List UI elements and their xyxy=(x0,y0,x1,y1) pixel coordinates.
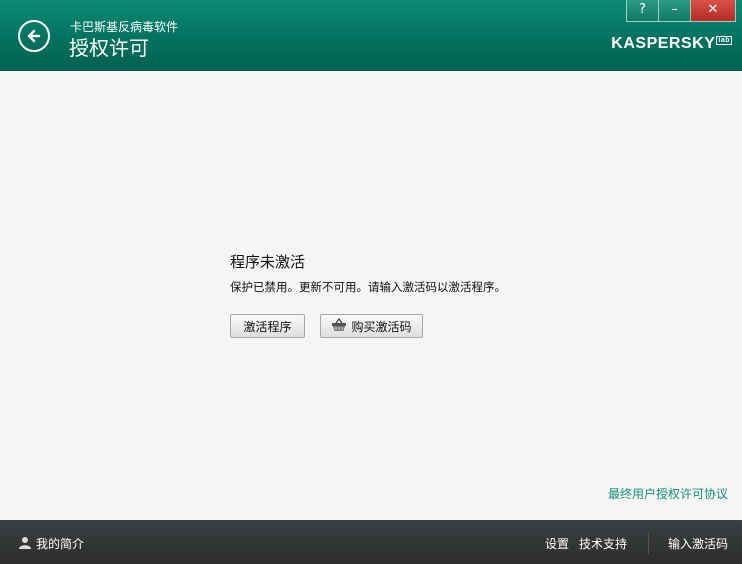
activate-program-button[interactable]: 激活程序 xyxy=(230,314,305,338)
activation-status-description: 保护已禁用。更新不可用。请输入激活码以激活程序。 xyxy=(230,280,506,294)
eula-link[interactable]: 最终用户授权许可协议 xyxy=(608,485,728,502)
footer-divider xyxy=(648,532,649,554)
title-bar: 卡巴斯基反病毒软件 授权许可 KASPERSKY lab ? – ✕ xyxy=(0,0,742,71)
minimize-button[interactable]: – xyxy=(658,0,691,22)
window-controls: ? – ✕ xyxy=(626,0,736,22)
bottom-bar: 我的简介 设置 技术支持 输入激活码 xyxy=(0,520,742,564)
activation-status-title: 程序未激活 xyxy=(230,253,306,271)
buy-activation-code-button[interactable]: 购买激活码 xyxy=(320,314,423,338)
user-icon xyxy=(19,536,31,552)
license-panel: 程序未激活 保护已禁用。更新不可用。请输入激活码以激活程序。 激活程序 购买激活… xyxy=(0,71,742,520)
settings-link[interactable]: 设置 xyxy=(545,535,569,552)
help-button[interactable]: ? xyxy=(626,0,659,22)
kaspersky-logo: KASPERSKY lab xyxy=(611,35,732,52)
buy-button-label: 购买激活码 xyxy=(351,319,412,334)
page-title: 授权许可 xyxy=(69,36,149,60)
profile-label: 我的简介 xyxy=(36,537,85,551)
activate-button-label: 激活程序 xyxy=(243,319,292,334)
tech-support-link[interactable]: 技术支持 xyxy=(579,535,627,552)
my-profile-link[interactable]: 我的简介 xyxy=(19,535,84,552)
basket-icon xyxy=(331,317,347,335)
back-arrow-icon[interactable] xyxy=(18,20,50,52)
enter-activation-code-link[interactable]: 输入激活码 xyxy=(668,535,728,552)
close-button[interactable]: ✕ xyxy=(690,0,736,22)
